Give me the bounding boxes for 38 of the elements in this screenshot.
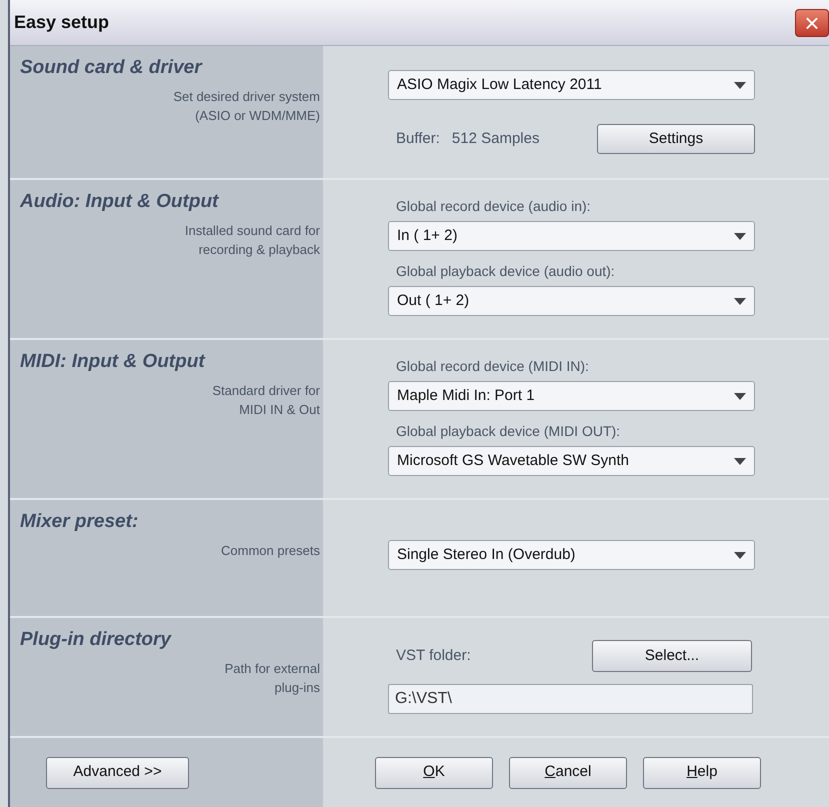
section-title: Audio: Input & Output (20, 190, 220, 214)
section-description: Path for external plug-ins (224, 660, 320, 696)
buffer-value: 512 Samples (452, 128, 540, 149)
caret-icon (734, 458, 746, 464)
field-label: Global record device (audio in): (395, 197, 592, 216)
dropdown[interactable]: ASIO Magix Low Latency 2011 (388, 70, 755, 100)
close-button[interactable]: × (795, 8, 829, 36)
section-description: Standard driver for MIDI IN & Out (212, 382, 320, 418)
field-label: Global playback device (audio out): (395, 262, 616, 281)
field-label: Global record device (MIDI IN): (395, 357, 590, 376)
caret-icon (734, 232, 746, 240)
path-field[interactable]: G:\VST\ (388, 684, 753, 714)
caret-icon (734, 392, 746, 400)
dropdown[interactable]: In ( 1+ 2) (388, 221, 755, 251)
caret-icon (734, 552, 746, 558)
dropdown[interactable]: Microsoft GS Wavetable SW Synth (388, 446, 755, 476)
window-title: Easy setup (14, 11, 110, 34)
dropdown[interactable]: Single Stereo In (Overdub) (388, 540, 755, 570)
settings-button[interactable]: Settings (597, 124, 755, 154)
section-title: Sound card & driver (20, 56, 204, 80)
dropdown[interactable]: Out ( 1+ 2) (388, 286, 755, 316)
dialog-button[interactable]: Cancel (509, 756, 627, 788)
section-title: MIDI: Input & Output (20, 350, 206, 374)
section-description: Set desired driver system (ASIO or WDM/MME) (173, 88, 320, 124)
dropdown[interactable]: Maple Midi In: Port 1 (388, 381, 755, 411)
dialog-button[interactable]: Help (643, 756, 761, 788)
section-description: Installed sound card for recording & playback (184, 222, 320, 258)
dialog-button[interactable]: OK (375, 756, 493, 788)
field-label: VST folder: (395, 646, 471, 666)
section-title: Mixer preset: (20, 510, 140, 534)
field-label: Global playback device (MIDI OUT): (395, 422, 622, 441)
select-button[interactable]: Select... (592, 640, 752, 672)
section-title: Plug-in directory (20, 628, 173, 652)
advanced-button[interactable]: Advanced >> (46, 756, 189, 788)
caret-icon (734, 298, 746, 304)
buffer-label: Buffer: (395, 128, 440, 149)
section-description: Common presets (221, 542, 320, 560)
caret-icon (734, 82, 746, 88)
